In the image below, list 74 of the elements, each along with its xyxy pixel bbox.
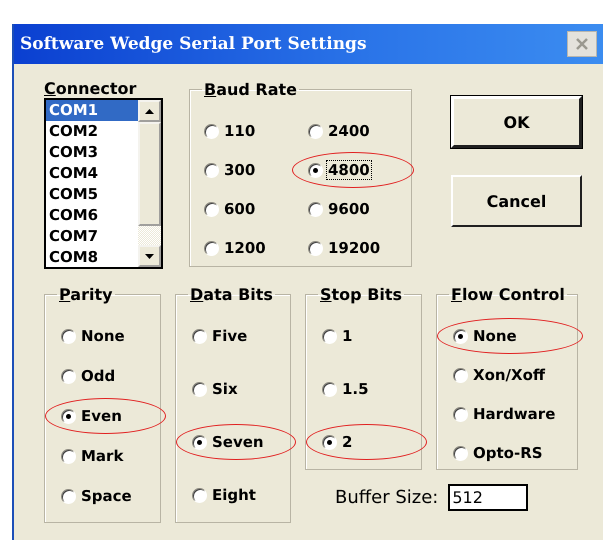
radio-button[interactable] [61, 488, 76, 504]
buffer-size-field[interactable]: 512 [448, 484, 528, 511]
scroll-down-button[interactable] [138, 245, 161, 267]
scroll-thumb[interactable] [138, 122, 161, 226]
list-item[interactable]: COM4 [46, 163, 138, 184]
window-title: Software Wedge Serial Port Settings [20, 34, 367, 54]
option-label: Six [211, 380, 239, 398]
radio-button[interactable] [61, 328, 76, 344]
option-label: 19200 [327, 239, 382, 257]
buffer-size-label: Buffer Size: [335, 487, 438, 508]
radio-button[interactable] [453, 368, 468, 382]
list-item[interactable]: COM7 [46, 226, 138, 247]
radio-button[interactable] [204, 124, 219, 138]
radio-button[interactable] [204, 162, 219, 178]
scroll-bar[interactable] [138, 100, 161, 267]
option-label: 300 [223, 161, 256, 179]
radio-button[interactable] [308, 124, 323, 138]
list-item[interactable]: COM3 [46, 142, 138, 163]
option-label: Even [80, 407, 123, 425]
option-label: None [80, 327, 126, 345]
option-label: Mark [80, 447, 124, 465]
dialog-button[interactable]: Cancel [451, 175, 582, 227]
radio-button[interactable] [308, 162, 323, 178]
option-label: 600 [223, 200, 256, 218]
option-label: Five [211, 327, 248, 345]
radio-button[interactable] [61, 448, 76, 464]
radio-button[interactable] [61, 368, 76, 384]
connector-label: Connector [44, 80, 138, 98]
option-label: 1200 [223, 239, 267, 257]
close-icon [575, 37, 589, 51]
radio-button[interactable] [322, 328, 337, 344]
list-item[interactable]: COM6 [46, 205, 138, 226]
option-label: Opto-RS [472, 444, 544, 462]
radio-button[interactable] [61, 408, 76, 424]
radio-button[interactable] [192, 382, 207, 396]
option-label: 9600 [327, 200, 371, 218]
radio-button[interactable] [453, 406, 468, 422]
up-arrow-icon [145, 108, 154, 114]
radio-button[interactable] [192, 434, 207, 450]
radio-button[interactable] [453, 328, 468, 344]
group-title: Data Bits [189, 285, 274, 304]
radio-button[interactable] [308, 202, 323, 216]
radio-button[interactable] [308, 240, 323, 256]
option-label: Xon/Xoff [472, 366, 546, 384]
group-title: Parity [58, 285, 114, 304]
radio-button[interactable] [192, 488, 207, 502]
group-title: Stop Bits [319, 285, 404, 304]
list-item[interactable]: COM5 [46, 184, 138, 205]
radio-button[interactable] [322, 434, 337, 450]
group-title: Baud Rate [203, 80, 298, 99]
option-label: Seven [211, 433, 265, 451]
down-arrow-icon [145, 254, 154, 258]
option-label: Eight [211, 486, 257, 504]
option-label: 2400 [327, 122, 371, 140]
option-label: Hardware [472, 405, 556, 423]
option-label: Space [80, 487, 133, 505]
option-label: 4800 [327, 161, 371, 179]
radio-button[interactable] [204, 202, 219, 216]
radio-button[interactable] [204, 240, 219, 256]
option-label: 2 [341, 433, 354, 451]
scroll-up-button[interactable] [138, 100, 161, 122]
list-item[interactable]: COM8 [46, 247, 138, 268]
option-label: None [472, 327, 518, 345]
group-title: Flow Control [450, 285, 566, 304]
list-item[interactable]: COM2 [46, 121, 138, 142]
dialog-button[interactable]: OK [451, 96, 582, 148]
option-label: 110 [223, 122, 256, 140]
radio-button[interactable] [192, 328, 207, 344]
option-label: 1 [341, 327, 354, 345]
radio-button[interactable] [322, 382, 337, 396]
option-label: 1.5 [341, 380, 370, 398]
radio-button[interactable] [453, 446, 468, 460]
option-label: Odd [80, 367, 116, 385]
list-item[interactable]: COM1 [46, 100, 138, 121]
